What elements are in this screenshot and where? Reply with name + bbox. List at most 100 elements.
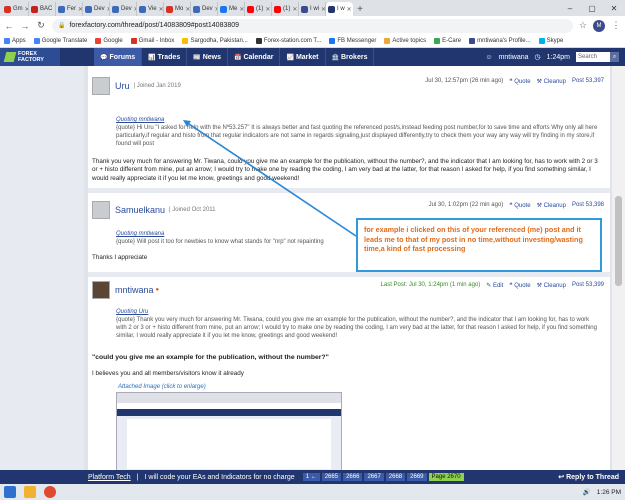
author-name[interactable]: mntiwana	[115, 285, 154, 295]
tab-close-icon[interactable]: ✕	[265, 6, 270, 13]
avatar[interactable]	[92, 281, 110, 299]
bookmark-item[interactable]: Gmail - Inbox	[130, 38, 174, 44]
windows-taskbar: 🔊 1:26 PM	[0, 484, 625, 500]
search-icon[interactable]: ⌕	[610, 52, 619, 62]
close-window-icon[interactable]: ✕	[603, 0, 625, 16]
post-number[interactable]: Post 53,397	[572, 78, 604, 85]
bookmark-item[interactable]: Skype	[538, 38, 563, 44]
cleanup-button[interactable]: ⚒ Cleanup	[537, 282, 566, 289]
bookmark-item[interactable]: Sargodha, Pakistan...	[182, 38, 248, 44]
browser-tab[interactable]: Dev✕	[110, 2, 137, 16]
author-name[interactable]: Uru	[115, 81, 130, 91]
site-nav-item[interactable]: 📈 Market	[280, 48, 326, 66]
browser-tab[interactable]: I wi ✕	[299, 2, 326, 16]
tab-close-icon[interactable]: ✕	[185, 6, 190, 13]
quote-button[interactable]: ❝ Quote	[509, 282, 530, 289]
nav-item-icon: 📈	[286, 54, 294, 61]
bookmark-item[interactable]: Google Translate	[33, 38, 87, 44]
file-explorer-icon[interactable]	[24, 486, 36, 498]
new-tab-icon[interactable]: +	[353, 2, 367, 16]
lock-icon: 🔒	[58, 23, 66, 29]
bookmark-item[interactable]: Active topics	[384, 38, 426, 44]
site-time[interactable]: 1:24pm	[547, 54, 570, 61]
bookmark-item[interactable]: Google	[95, 38, 123, 44]
platform-tech-link[interactable]: Platform Tech	[88, 474, 131, 481]
bookmark-item[interactable]: Apps	[4, 38, 26, 44]
bookmark-label: FB Messenger	[337, 38, 377, 44]
tab-close-icon[interactable]: ✕	[347, 6, 352, 13]
quoting-link[interactable]: Quoting Uru	[116, 308, 600, 316]
clock-time[interactable]: 1:26 PM	[597, 489, 621, 496]
browser-tab[interactable]: (1) ✕	[272, 2, 299, 16]
post-number[interactable]: Post 53,398	[572, 202, 604, 209]
bookmark-item[interactable]: Forex-station.com T...	[255, 38, 321, 44]
forex-factory-logo[interactable]: FOREX FACTORY	[0, 48, 60, 66]
browser-tab[interactable]: Vie ✕	[137, 2, 164, 16]
nav-item-icon: 🏦	[331, 54, 339, 61]
bookmark-item[interactable]: E-Care	[434, 38, 461, 44]
browser-tab[interactable]: I w ✕	[326, 2, 353, 16]
site-nav-item[interactable]: 🏦 Brokers	[326, 48, 375, 66]
reply-to-thread-button[interactable]: ↩ Reply to Thread	[558, 473, 619, 481]
cleanup-button[interactable]: ⚒ Cleanup	[537, 202, 566, 209]
address-bar[interactable]: 🔒 forexfactory.com/thread/post/14083809#…	[52, 18, 573, 33]
bookmark-favicon-icon	[329, 38, 336, 44]
post-uru: Uru | Joined Jan 2019 Jul 30, 12:57pm (2…	[88, 66, 610, 186]
page-link[interactable]: 2666	[343, 473, 363, 481]
post-number[interactable]: Post 53,399	[572, 282, 604, 289]
tab-favicon-icon	[274, 5, 281, 13]
page-link[interactable]: 2669	[407, 473, 427, 481]
maximize-icon[interactable]: ▢	[581, 0, 603, 16]
nav-item-label: Calendar	[243, 53, 274, 61]
windows-start-icon[interactable]	[4, 486, 16, 498]
attached-screenshot[interactable]	[116, 392, 342, 470]
site-nav-item[interactable]: 📅 Calendar	[228, 48, 281, 66]
tab-label: (1)	[256, 6, 264, 12]
attached-image-link[interactable]: Attached Image (click to enlarge)	[118, 384, 206, 390]
quote-button[interactable]: ❝ Quote	[509, 202, 530, 209]
browser-tab[interactable]: Dev✕	[191, 2, 218, 16]
back-icon[interactable]: ←	[4, 21, 14, 31]
menu-kebab-icon[interactable]: ⋮	[611, 20, 621, 31]
tab-close-icon[interactable]: ✕	[159, 6, 163, 13]
avatar[interactable]	[92, 201, 110, 219]
minimize-icon[interactable]: –	[559, 0, 581, 16]
forward-icon[interactable]: →	[20, 21, 30, 31]
cleanup-button[interactable]: ⚒ Cleanup	[537, 78, 566, 85]
page-link[interactable]: 2668	[385, 473, 406, 481]
bookmark-item[interactable]: mntiwana's Profile...	[469, 38, 531, 44]
site-nav-item[interactable]: 📰 News	[187, 48, 228, 66]
page-scrollbar[interactable]	[612, 66, 625, 470]
edit-button[interactable]: ✎ Edit	[486, 282, 503, 289]
browser-tab[interactable]: Me ✕	[218, 2, 245, 16]
avatar[interactable]	[92, 77, 110, 95]
page-link[interactable]: 2667	[364, 473, 384, 481]
thread-title[interactable]: I will code your EAs and Indicators for …	[145, 474, 295, 481]
browser-tab[interactable]: BAC✕	[29, 2, 56, 16]
page-link[interactable]: 2665	[321, 473, 342, 481]
browser-tab[interactable]: Gm✕	[2, 2, 29, 16]
tab-close-icon[interactable]: ✕	[239, 6, 244, 13]
browser-tab[interactable]: Fer ✕	[56, 2, 83, 16]
tab-close-icon[interactable]: ✕	[292, 6, 297, 13]
reload-icon[interactable]: ↻	[36, 20, 46, 31]
browser-tab[interactable]: Mo ✕	[164, 2, 191, 16]
quoting-link[interactable]: Quoting mntiwana	[116, 116, 600, 124]
chrome-icon[interactable]	[44, 486, 56, 498]
author-name[interactable]: Samuelkanu	[115, 205, 165, 215]
site-nav-item[interactable]: 💬 Forums	[94, 48, 143, 66]
quote-block: Quoting Uru {quote} Thank you very much …	[116, 308, 600, 340]
quote-button[interactable]: ❝ Quote	[509, 78, 530, 85]
browser-tab[interactable]: (1) ✕	[245, 2, 272, 16]
bookmark-item[interactable]: FB Messenger	[329, 38, 376, 44]
scrollbar-thumb[interactable]	[615, 196, 622, 286]
volume-icon[interactable]: 🔊	[583, 488, 591, 496]
search-input[interactable]: Search	[576, 52, 610, 62]
username[interactable]: mntiwana	[499, 54, 529, 61]
site-nav-item[interactable]: 📊 Trades	[142, 48, 188, 66]
profile-avatar-icon[interactable]: M	[593, 19, 605, 32]
tab-favicon-icon	[4, 5, 11, 13]
page-prev[interactable]: 1 ←	[302, 473, 320, 481]
bookmark-star-icon[interactable]: ☆	[579, 20, 587, 31]
browser-tab[interactable]: Dev✕	[83, 2, 110, 16]
